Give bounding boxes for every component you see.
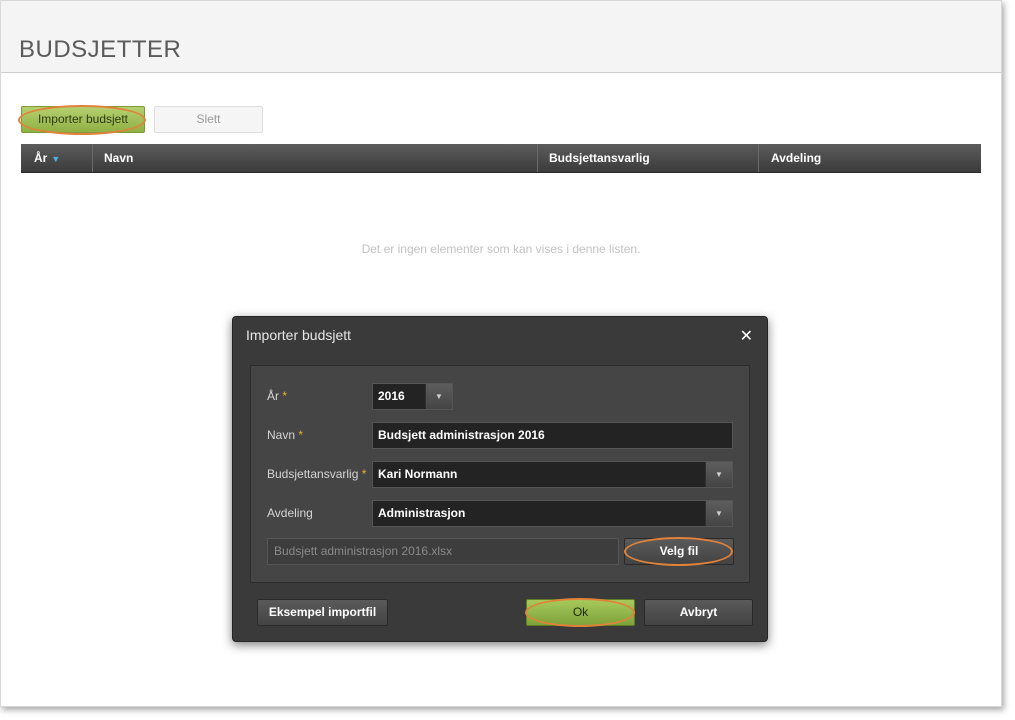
year-select[interactable]: 2016 ▼ [372,383,453,410]
file-path-field[interactable]: Budsjett administrasjon 2016.xlsx [267,538,619,565]
owner-value: Kari Normann [378,467,458,481]
page-title: BUDSJETTER [19,36,182,63]
owner-select[interactable]: Kari Normann ▼ [372,461,733,488]
import-budget-button[interactable]: Importer budsjett [21,106,145,133]
import-budget-dialog: Importer budsjett ✕ År * 2016 ▼ Navn * B… [232,316,768,642]
name-field[interactable]: Budsjett administrasjon 2016 [372,422,733,449]
ok-button[interactable]: Ok [526,599,635,626]
delete-button[interactable]: Slett [154,106,263,133]
chevron-down-icon[interactable]: ▼ [705,462,732,487]
name-label-text: Navn [267,428,296,442]
column-header-department[interactable]: Avdeling [758,144,981,172]
grid-header: År ▼ Navn Budsjettansvarlig Avdeling [21,144,981,173]
required-marker: * [358,467,367,481]
department-value: Administrasjon [378,506,466,520]
year-label: År * [267,389,287,403]
chevron-down-icon[interactable]: ▼ [425,384,452,409]
required-marker: * [295,428,304,442]
empty-list-message: Det er ingen elementer som kan vises i d… [361,242,641,256]
page-header: BUDSJETTER [1,1,1001,73]
column-header-owner[interactable]: Budsjettansvarlig [537,144,758,172]
chevron-down-icon[interactable]: ▼ [705,501,732,526]
choose-file-button[interactable]: Velg fil [624,538,734,565]
required-marker: * [279,389,288,403]
cancel-button[interactable]: Avbryt [644,599,753,626]
column-header-name[interactable]: Navn [92,144,537,172]
year-label-text: År [267,389,279,403]
name-label: Navn * [267,428,303,442]
example-import-file-button[interactable]: Eksempel importfil [257,599,388,626]
department-select[interactable]: Administrasjon ▼ [372,500,733,527]
sort-desc-icon: ▼ [51,154,61,164]
column-header-year[interactable]: År ▼ [21,144,92,172]
column-header-label: År [34,151,48,165]
close-icon[interactable]: ✕ [740,326,753,346]
dialog-title: Importer budsjett [246,327,352,343]
owner-label-text: Budsjettansvarlig [267,467,359,481]
owner-label: Budsjettansvarlig * [267,467,366,481]
year-value: 2016 [378,389,405,403]
dialog-form-panel: År * 2016 ▼ Navn * Budsjett administrasj… [250,365,750,583]
department-label: Avdeling [267,506,313,520]
